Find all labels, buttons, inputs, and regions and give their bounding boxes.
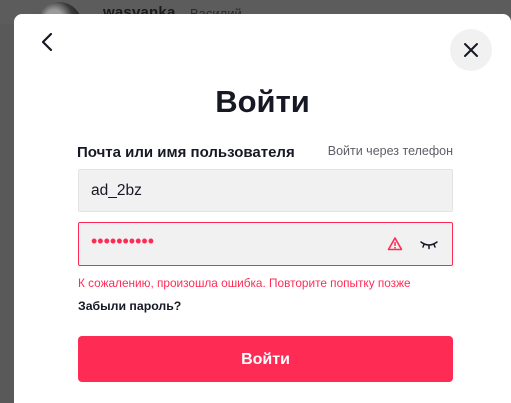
warning-icon bbox=[387, 237, 403, 251]
back-button[interactable] bbox=[36, 30, 60, 54]
login-modal: Войти Почта или имя пользователя Войти ч… bbox=[14, 14, 511, 403]
chevron-left-icon bbox=[41, 32, 53, 52]
forgot-password-link[interactable]: Забыли пароль? bbox=[78, 299, 181, 313]
field-label: Почта или имя пользователя bbox=[77, 144, 295, 161]
close-icon bbox=[464, 43, 478, 57]
password-value: •••••••••• bbox=[91, 231, 155, 251]
login-button[interactable]: Войти bbox=[78, 336, 453, 382]
error-message: К сожалению, произошла ошибка. Повторите… bbox=[78, 276, 411, 290]
login-with-phone-link[interactable]: Войти через телефон bbox=[328, 144, 453, 158]
close-button[interactable] bbox=[450, 29, 492, 71]
password-input[interactable]: •••••••••• bbox=[78, 222, 453, 266]
username-input[interactable]: ad_2bz bbox=[78, 169, 453, 212]
eye-closed-icon[interactable] bbox=[419, 236, 439, 252]
page-title: Войти bbox=[215, 84, 310, 119]
